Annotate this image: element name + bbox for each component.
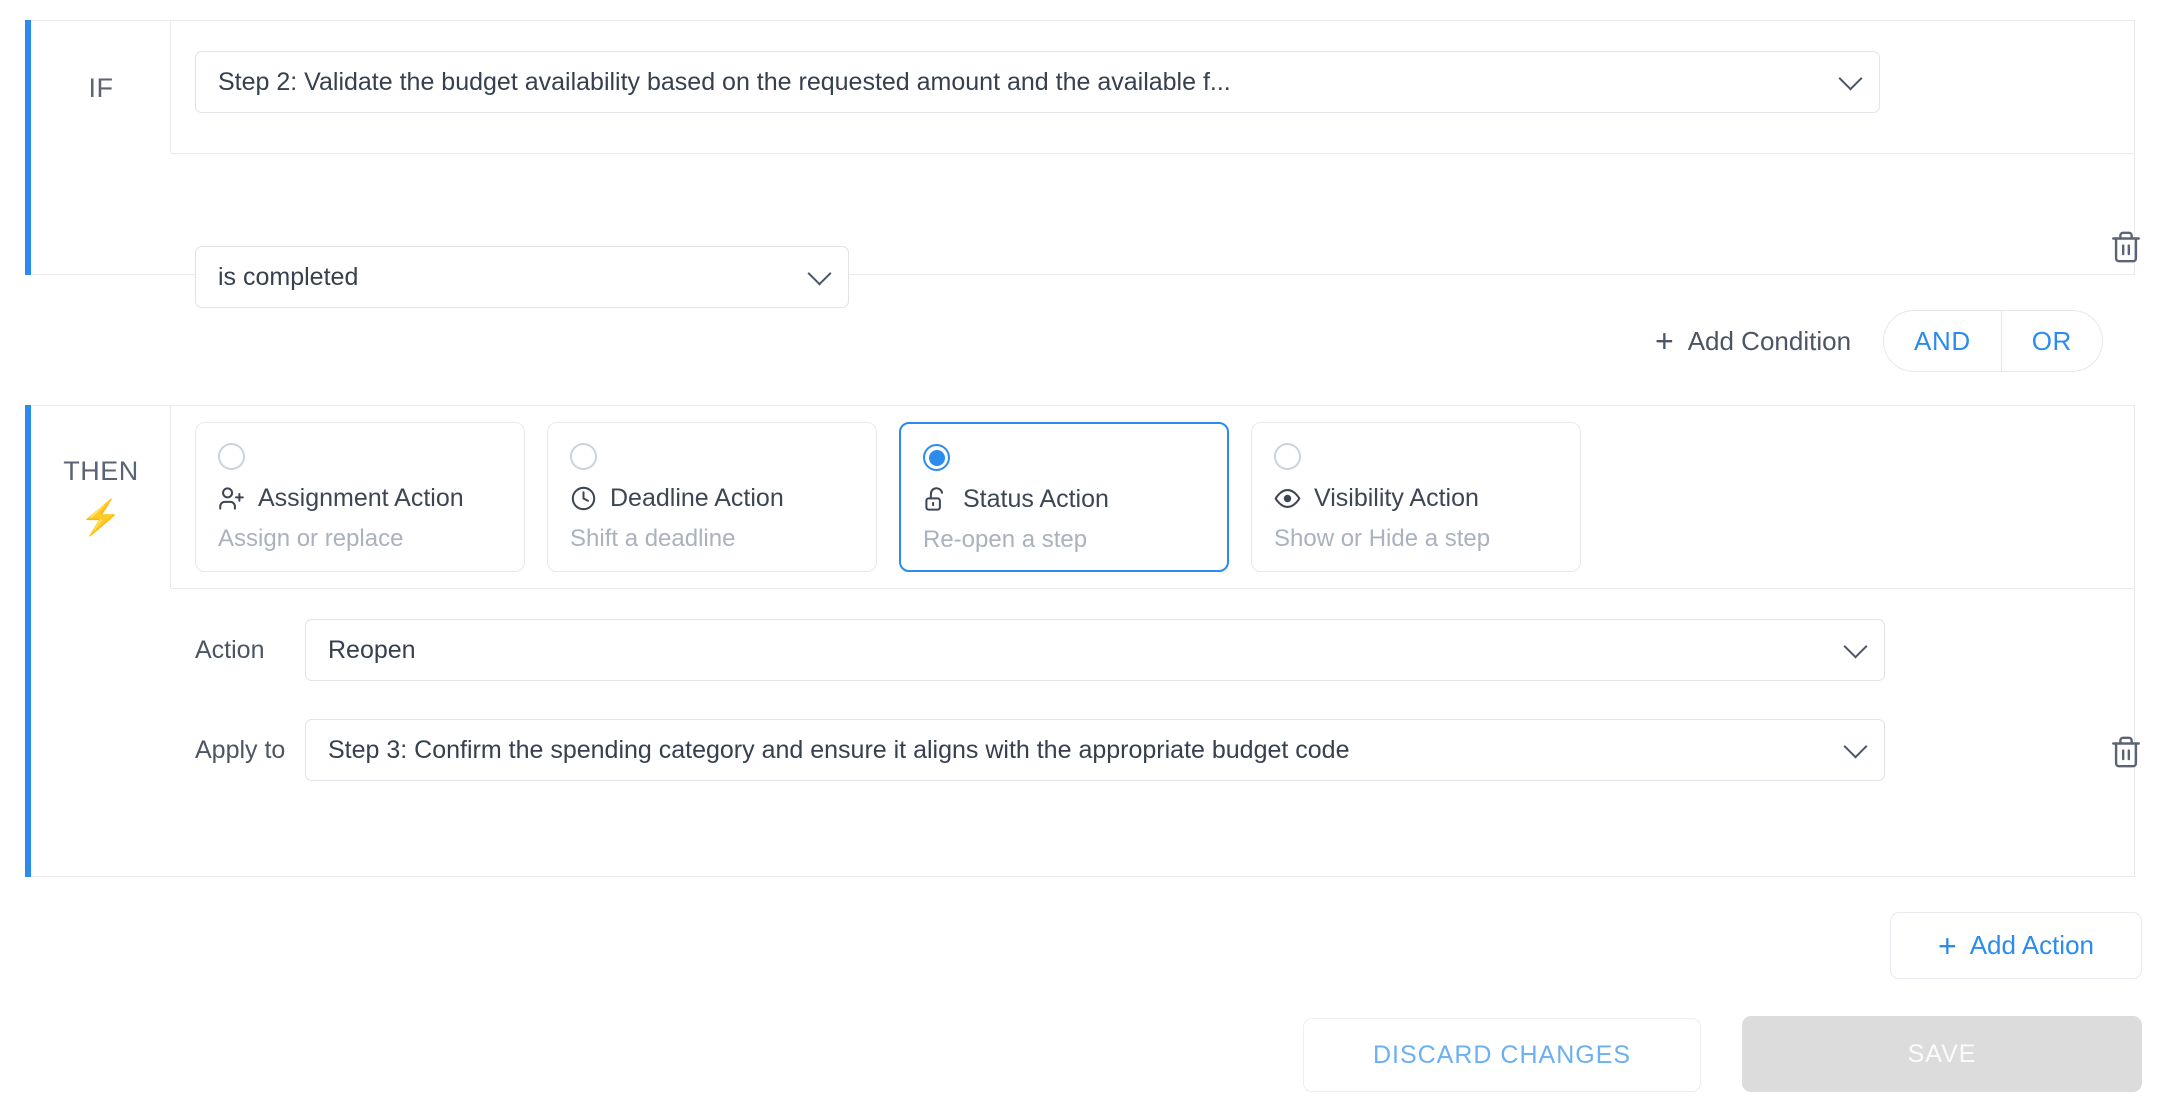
then-content-column: Assignment Action Assign or replace Dead… (171, 406, 2134, 876)
action-card-title-row: Visibility Action (1274, 484, 1558, 513)
radio-status[interactable] (923, 444, 950, 471)
trash-icon (2109, 230, 2143, 264)
trash-icon (2109, 735, 2143, 769)
action-card-title-row: Deadline Action (570, 484, 854, 513)
apply-to-field-row: Apply to Step 3: Confirm the spending ca… (195, 719, 1885, 781)
chevron-down-icon (1843, 634, 1867, 658)
action-card-title: Status Action (963, 485, 1109, 514)
chevron-down-icon (1838, 66, 1862, 90)
add-condition-label: Add Condition (1688, 326, 1851, 357)
action-type-card-assignment[interactable]: Assignment Action Assign or replace (195, 422, 525, 572)
eye-icon (1274, 485, 1301, 512)
then-card-body: THEN ⚡ (31, 405, 2135, 877)
automation-rule-editor: IF Step 2: Validate the budget availabil… (0, 0, 2172, 1118)
then-label: THEN (63, 456, 139, 487)
apply-to-select-value: Step 3: Confirm the spending category an… (328, 736, 1349, 765)
action-field-row: Action Reopen (195, 619, 1885, 681)
add-action-label: Add Action (1970, 930, 2094, 961)
action-select[interactable]: Reopen (305, 619, 1885, 681)
apply-to-field-label: Apply to (195, 736, 305, 765)
action-card-title: Assignment Action (258, 484, 464, 513)
if-row-divider (171, 153, 2134, 154)
user-plus-icon (218, 485, 245, 512)
action-card-title: Deadline Action (610, 484, 784, 513)
action-card-subtitle: Re-open a step (923, 526, 1205, 554)
condition-operator-select[interactable]: is completed (195, 246, 849, 308)
add-condition-row: + Add Condition AND OR (1645, 310, 2103, 372)
action-select-value: Reopen (328, 636, 416, 665)
delete-condition-button[interactable] (2103, 224, 2149, 270)
action-type-card-status[interactable]: Status Action Re-open a step (899, 422, 1229, 572)
if-rule-card: IF Step 2: Validate the budget availabil… (25, 20, 2135, 275)
condition-operator-value: is completed (218, 263, 358, 292)
chevron-down-icon (1843, 734, 1867, 758)
save-button[interactable]: SAVE (1742, 1016, 2142, 1092)
action-card-subtitle: Assign or replace (218, 525, 502, 553)
radio-visibility[interactable] (1274, 443, 1301, 470)
action-field-label: Action (195, 636, 305, 665)
action-card-title: Visibility Action (1314, 484, 1479, 513)
if-content-column: Step 2: Validate the budget availability… (171, 21, 2134, 274)
action-type-card-deadline[interactable]: Deadline Action Shift a deadline (547, 422, 877, 572)
lightning-bolt-icon: ⚡ (80, 501, 123, 535)
chevron-down-icon (807, 261, 831, 285)
clock-icon (570, 485, 597, 512)
logic-operator-toggle: AND OR (1883, 310, 2103, 372)
action-card-title-row: Status Action (923, 485, 1205, 514)
then-row-divider (171, 588, 2134, 589)
logic-or-button[interactable]: OR (2002, 311, 2102, 371)
radio-deadline[interactable] (570, 443, 597, 470)
plus-icon: + (1655, 325, 1674, 357)
action-card-subtitle: Show or Hide a step (1274, 525, 1558, 553)
action-card-subtitle: Shift a deadline (570, 525, 854, 553)
discard-changes-label: DISCARD CHANGES (1373, 1041, 1631, 1070)
add-action-button[interactable]: + Add Action (1890, 912, 2142, 979)
plus-icon: + (1938, 930, 1957, 962)
add-condition-button[interactable]: + Add Condition (1645, 319, 1861, 363)
apply-to-select[interactable]: Step 3: Confirm the spending category an… (305, 719, 1885, 781)
radio-assignment[interactable] (218, 443, 245, 470)
condition-step-select[interactable]: Step 2: Validate the budget availability… (195, 51, 1880, 113)
discard-changes-button[interactable]: DISCARD CHANGES (1303, 1018, 1701, 1092)
condition-step-value: Step 2: Validate the budget availability… (218, 68, 1231, 97)
save-label: SAVE (1908, 1040, 1977, 1069)
then-label-column: THEN ⚡ (31, 406, 171, 876)
if-label-column: IF (31, 21, 171, 274)
action-card-title-row: Assignment Action (218, 484, 502, 513)
unlock-icon (923, 486, 950, 513)
delete-action-button[interactable] (2103, 729, 2149, 775)
logic-and-button[interactable]: AND (1884, 311, 2001, 371)
then-rule-card: THEN ⚡ (25, 405, 2135, 877)
action-type-card-list: Assignment Action Assign or replace Dead… (195, 422, 1581, 572)
if-card-body: IF Step 2: Validate the budget availabil… (31, 20, 2135, 275)
if-label: IF (89, 73, 114, 104)
action-type-card-visibility[interactable]: Visibility Action Show or Hide a step (1251, 422, 1581, 572)
